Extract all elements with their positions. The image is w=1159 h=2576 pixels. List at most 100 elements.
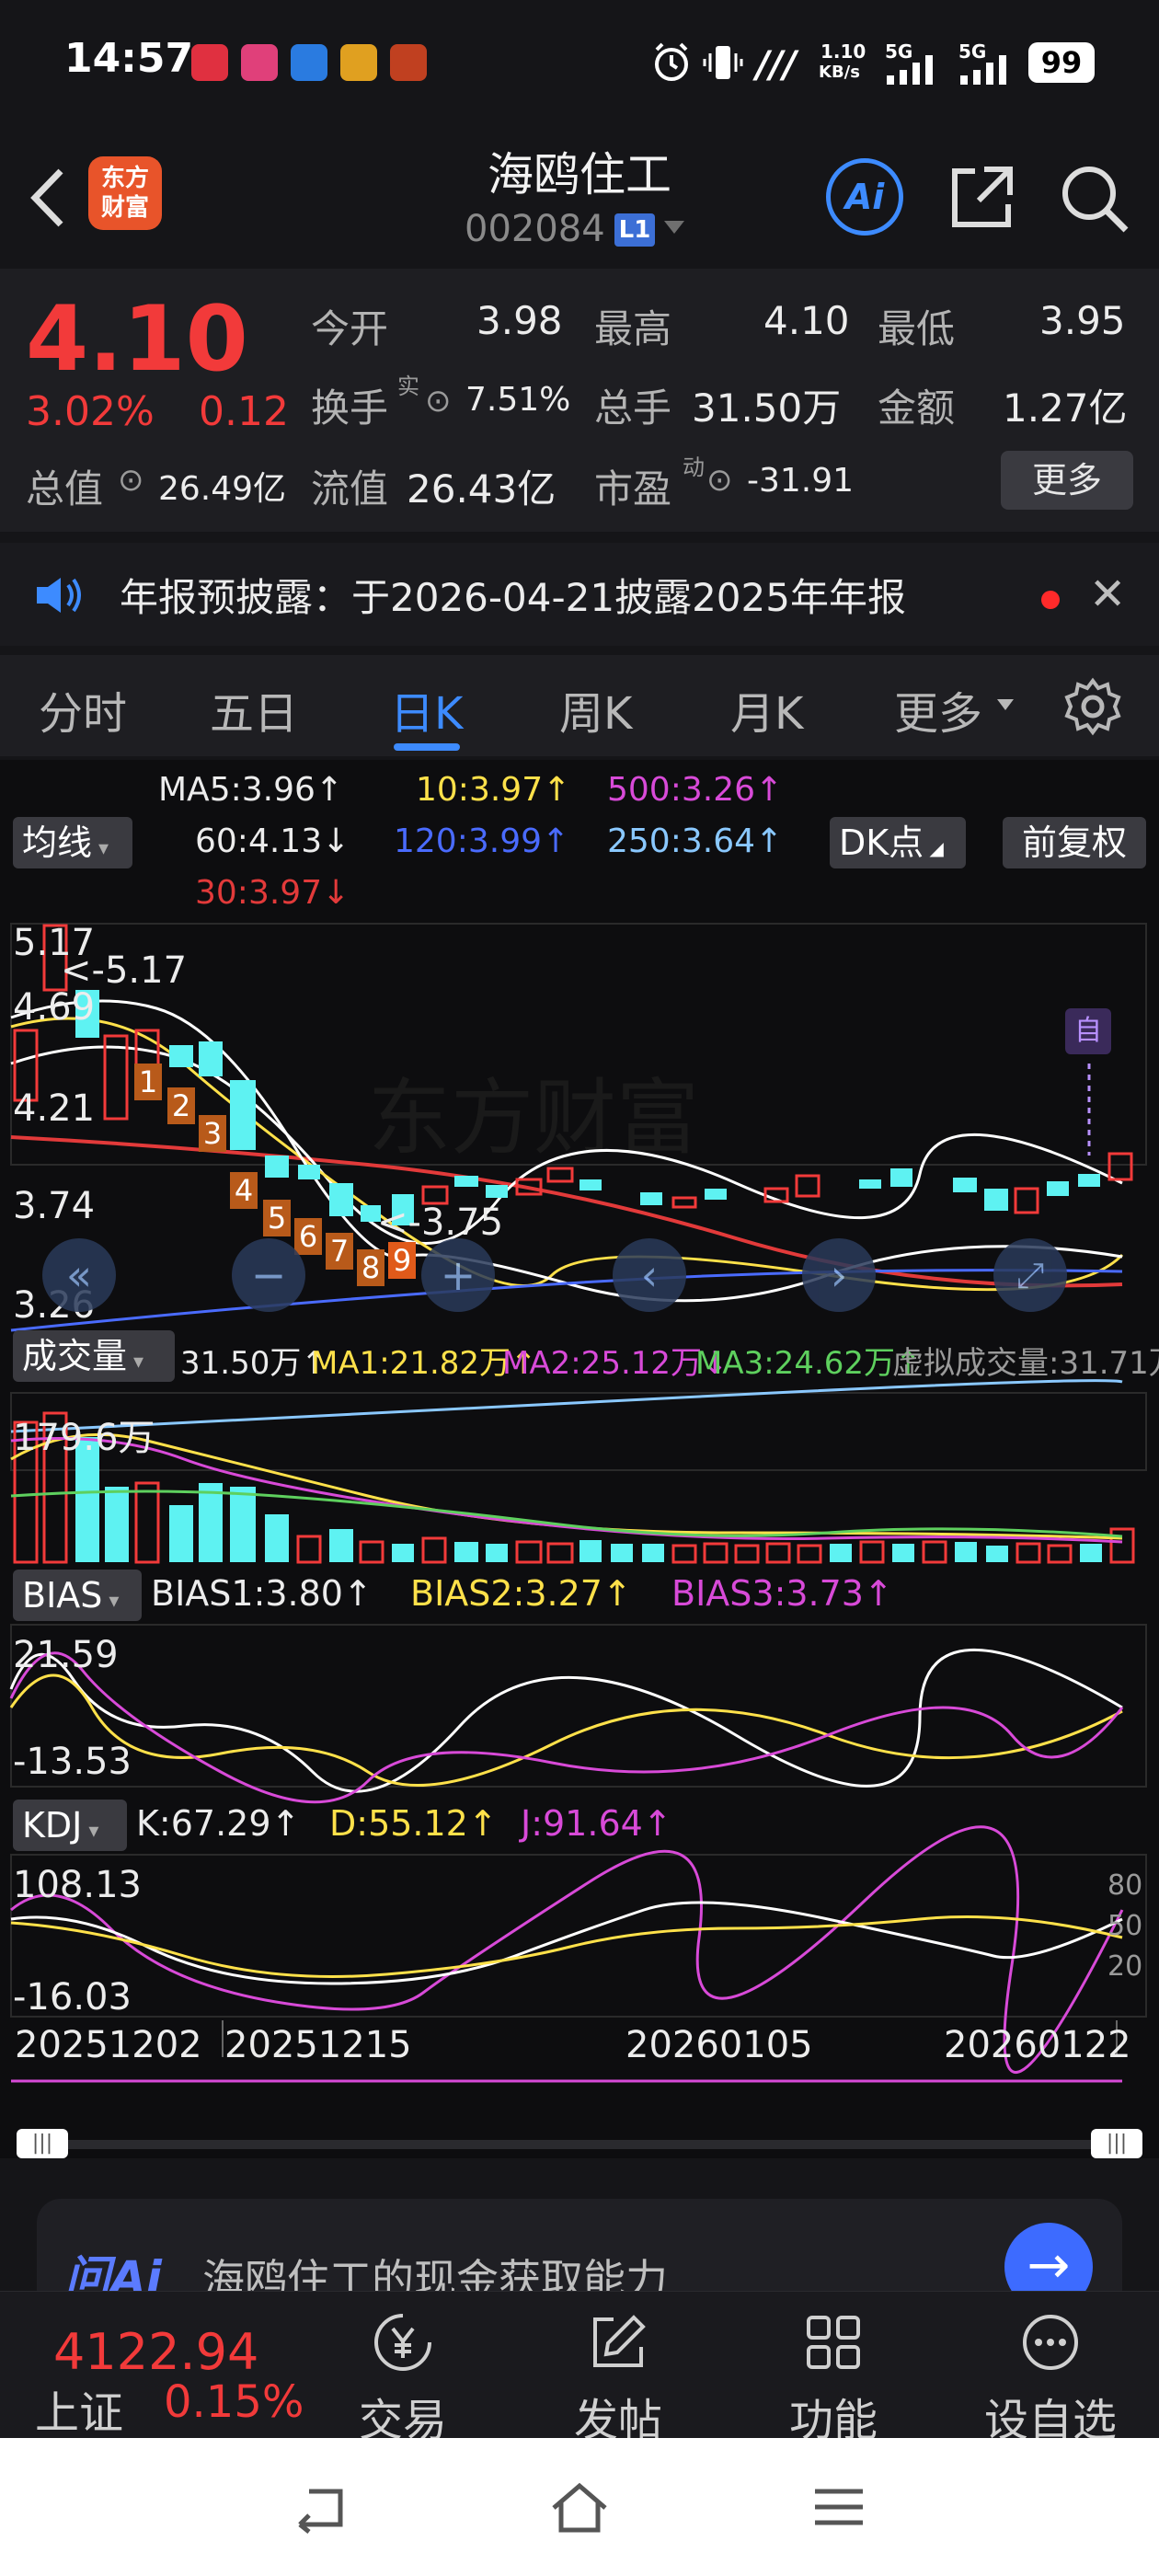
volume-select-button[interactable]: 成交量 ▾ — [13, 1330, 175, 1382]
ai-button[interactable]: Ai — [826, 158, 903, 236]
zoom-in-button[interactable]: + — [421, 1238, 495, 1312]
ma250-line — [10, 1379, 1123, 1433]
unread-dot — [1041, 591, 1060, 609]
vol-bar — [329, 1529, 353, 1562]
status-bar: 14:57 /// 1.10 KB/s 5G 5G 99 — [0, 0, 1159, 129]
chevron-right-icon[interactable]: › — [802, 1238, 876, 1312]
chevron-down-icon[interactable] — [997, 699, 1014, 710]
seq-label: 6 — [294, 1218, 322, 1255]
bias2-line — [9, 1673, 1123, 1787]
nav-functions[interactable]: 功能 — [751, 2310, 916, 2448]
eastmoney-logo[interactable]: 东方 财富 — [88, 156, 162, 230]
fullscreen-icon[interactable]: ⤢ — [993, 1238, 1067, 1312]
tab-daily-k[interactable]: 日K — [390, 677, 463, 742]
volume-select-label: 成交量 — [22, 1336, 128, 1376]
battery-icon: 99 — [1028, 42, 1095, 83]
net-speed-unit: KB/s — [819, 63, 860, 82]
fast-rewind-button[interactable]: « — [42, 1238, 116, 1312]
notice-bar[interactable]: 年报预披露：于2026-04-21披露2025年年报 ✕ — [0, 543, 1159, 646]
candle — [640, 1192, 662, 1205]
pe-label: 市盈 — [594, 466, 672, 512]
info-icon[interactable]: ⊙ — [118, 462, 144, 499]
seq-label: 9 — [388, 1242, 416, 1279]
home-icon[interactable] — [548, 2480, 611, 2536]
share-icon[interactable] — [947, 162, 1017, 232]
index-change[interactable]: 0.15% — [164, 2376, 304, 2428]
vol-bar — [486, 1544, 508, 1562]
vol-bar — [265, 1514, 289, 1562]
open-label: 今开 — [311, 306, 389, 351]
more-quote-button[interactable]: 更多 — [1001, 451, 1133, 510]
candle — [199, 1041, 223, 1076]
speaker-icon — [37, 578, 81, 613]
vol-bar — [1109, 1527, 1135, 1564]
float-label: 流值 — [311, 466, 389, 512]
vol-bar — [580, 1540, 602, 1562]
level-badge[interactable]: L1 — [614, 213, 655, 247]
bias-select-button[interactable]: BIAS ▾ — [13, 1570, 142, 1621]
mktcap-value: 26.49亿 — [158, 470, 287, 508]
stock-code[interactable]: 002084 — [465, 208, 605, 250]
nav-add-watchlist[interactable]: 设自选 — [968, 2310, 1133, 2448]
vol-bar — [169, 1505, 193, 1562]
vol-bar — [105, 1487, 129, 1562]
date-label: 20260105 — [625, 2024, 813, 2066]
candle — [298, 1165, 320, 1179]
info-icon[interactable]: ⊙ — [425, 383, 452, 420]
logo-line2: 财富 — [100, 194, 149, 222]
kdj-select-button[interactable]: KDJ ▾ — [13, 1800, 127, 1851]
tab-weekly-k[interactable]: 周K — [559, 677, 632, 742]
chevron-left-icon[interactable]: ‹ — [613, 1238, 686, 1312]
search-icon[interactable] — [1058, 162, 1131, 236]
signal-icon-2 — [960, 55, 1006, 85]
range-handle-left[interactable]: ||| — [17, 2129, 68, 2158]
index-value[interactable]: 4122.94 — [53, 2323, 258, 2381]
chevron-down-icon[interactable] — [664, 221, 684, 234]
vol-bar — [734, 1544, 760, 1564]
close-icon[interactable]: ✕ — [1089, 569, 1126, 620]
range-handle-right[interactable]: ||| — [1091, 2129, 1142, 2158]
gear-icon[interactable] — [1063, 677, 1122, 736]
self-marker[interactable]: 自 — [1065, 1008, 1111, 1054]
vol-bar — [986, 1546, 1008, 1562]
vol-bar — [859, 1540, 885, 1564]
nav-post[interactable]: 发帖 — [535, 2310, 701, 2448]
tab-five-day[interactable]: 五日 — [210, 677, 298, 742]
zoom-out-button[interactable]: − — [232, 1238, 305, 1312]
candle — [486, 1185, 508, 1198]
high-value: 4.10 — [763, 298, 850, 343]
kdj-k-legend: K:67.29↑ — [136, 1803, 301, 1844]
tab-more[interactable]: 更多 — [894, 677, 982, 742]
tab-monthly-k[interactable]: 月K — [730, 677, 803, 742]
tab-intraday[interactable]: 分时 — [39, 677, 127, 742]
system-nav-bar — [0, 2438, 1159, 2576]
amount-label: 金额 — [878, 385, 956, 431]
kdj-level-50: 50 — [1107, 1910, 1143, 1942]
nav-trade[interactable]: 交易 — [320, 2310, 486, 2448]
bias1-line — [9, 1648, 1123, 1793]
amount-value: 1.27亿 — [1003, 385, 1128, 431]
chart-area[interactable]: MA5:3.96↑ 10:3.97↑ 500:3.26↑ 均线 ▾ 60:4.1… — [0, 760, 1159, 2158]
stock-header: 东方 财富 海鸥住工 002084 L1 Ai — [0, 129, 1159, 267]
alarm-icon — [655, 42, 688, 81]
back-button[interactable] — [26, 166, 72, 240]
bias-select-label: BIAS — [22, 1575, 103, 1616]
back-nav-icon[interactable] — [291, 2482, 351, 2534]
turnover-sup: 实 — [397, 374, 419, 399]
range-scrollbar[interactable] — [18, 2140, 1141, 2149]
notice-text: 年报预披露：于2026-04-21披露2025年年报 — [120, 575, 906, 620]
seq-label: 1 — [134, 1064, 162, 1100]
volume-value: 31.50万 — [692, 385, 842, 431]
date-label: 20260122 — [944, 2024, 1131, 2066]
menu-icon[interactable] — [811, 2484, 866, 2530]
vol-bar — [765, 1542, 791, 1564]
vol-bar — [642, 1544, 664, 1562]
info-icon[interactable]: ⊙ — [706, 462, 733, 499]
min-price-label: <-3.75 — [377, 1202, 504, 1244]
index-name[interactable]: 上证 — [35, 2376, 123, 2441]
bias-y-top: 21.59 — [13, 1634, 119, 1676]
signal-icon-1 — [887, 55, 933, 85]
bias-y-bot: -13.53 — [13, 1741, 132, 1783]
open-value: 3.98 — [476, 298, 563, 343]
turnover-value: 7.51% — [465, 381, 571, 419]
